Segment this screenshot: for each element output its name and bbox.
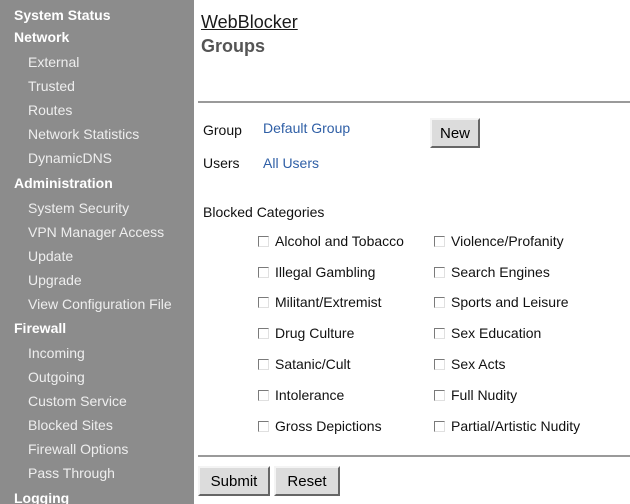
checkbox-label: Gross Depictions — [275, 418, 382, 434]
nav-item-update[interactable]: Update — [28, 244, 73, 268]
group-link[interactable]: Default Group — [263, 120, 350, 136]
submit-button[interactable]: Submit — [198, 466, 270, 496]
new-group-button[interactable]: New — [430, 118, 480, 148]
nav-header-system-status[interactable]: System Status — [14, 3, 110, 27]
nav-item-upgrade[interactable]: Upgrade — [28, 268, 82, 292]
checkbox-partial-artistic-nudity[interactable]: Partial/Artistic Nudity — [434, 418, 580, 434]
checkbox-label: Illegal Gambling — [275, 264, 376, 280]
nav-header-network[interactable]: Network — [14, 25, 69, 49]
top-divider — [198, 101, 630, 103]
checkbox-label: Full Nudity — [451, 387, 518, 403]
checkbox-intolerance[interactable]: Intolerance — [258, 387, 344, 403]
checkbox-drug-culture[interactable]: Drug Culture — [258, 325, 354, 341]
checkbox-full-nudity[interactable]: Full Nudity — [434, 387, 517, 403]
checkbox-label: Partial/Artistic Nudity — [451, 418, 581, 434]
nav-item-incoming[interactable]: Incoming — [28, 341, 85, 365]
checkbox-box[interactable] — [434, 389, 445, 401]
nav-item-pass-through[interactable]: Pass Through — [28, 461, 115, 485]
checkbox-label: Sex Education — [451, 325, 542, 341]
checkbox-label: Sex Acts — [451, 356, 506, 372]
checkbox-box[interactable] — [258, 358, 269, 370]
checkbox-gross-depictions[interactable]: Gross Depictions — [258, 418, 382, 434]
breadcrumb-webblocker[interactable]: WebBlocker — [201, 12, 298, 33]
checkbox-search-engines[interactable]: Search Engines — [434, 264, 550, 280]
nav-item-custom-service[interactable]: Custom Service — [28, 389, 127, 413]
nav-item-vpn-manager-access[interactable]: VPN Manager Access — [28, 220, 164, 244]
nav-item-firewall-options[interactable]: Firewall Options — [28, 437, 128, 461]
checkbox-box[interactable] — [258, 327, 269, 339]
main-content: WebBlocker Groups Group Default Group Ne… — [194, 0, 630, 504]
checkbox-label: Intolerance — [275, 387, 345, 403]
checkbox-box[interactable] — [434, 235, 445, 247]
checkbox-satanic-cult[interactable]: Satanic/Cult — [258, 356, 350, 372]
nav-item-external[interactable]: External — [28, 50, 79, 74]
users-label: Users — [203, 155, 240, 171]
checkbox-label: Drug Culture — [275, 325, 355, 341]
reset-button[interactable]: Reset — [274, 466, 340, 496]
nav-item-blocked-sites[interactable]: Blocked Sites — [28, 413, 113, 437]
checkbox-box[interactable] — [258, 266, 269, 278]
checkbox-box[interactable] — [434, 420, 445, 432]
nav-header-firewall[interactable]: Firewall — [14, 316, 66, 340]
checkbox-box[interactable] — [258, 296, 269, 308]
nav-item-network-statistics[interactable]: Network Statistics — [28, 122, 139, 146]
checkbox-label: Sports and Leisure — [451, 294, 569, 310]
nav-header-administration[interactable]: Administration — [14, 171, 113, 195]
checkbox-sex-acts[interactable]: Sex Acts — [434, 356, 505, 372]
checkbox-label: Militant/Extremist — [275, 294, 382, 310]
bottom-divider — [198, 455, 630, 457]
nav-item-trusted[interactable]: Trusted — [28, 74, 75, 98]
checkbox-violence-profanity[interactable]: Violence/Profanity — [434, 233, 564, 249]
checkbox-alcohol-and-tobacco[interactable]: Alcohol and Tobacco — [258, 233, 404, 249]
checkbox-label: Violence/Profanity — [451, 233, 564, 249]
checkbox-box[interactable] — [434, 327, 445, 339]
nav-header-logging[interactable]: Logging — [14, 486, 69, 504]
checkbox-militant-extremist[interactable]: Militant/Extremist — [258, 294, 382, 310]
checkbox-label: Satanic/Cult — [275, 356, 351, 372]
checkbox-box[interactable] — [434, 358, 445, 370]
group-label: Group — [203, 122, 242, 138]
page-title: Groups — [201, 36, 266, 56]
checkbox-box[interactable] — [258, 420, 269, 432]
sidebar-nav: System Status Network External Trusted R… — [0, 0, 194, 504]
nav-item-dynamicdns[interactable]: DynamicDNS — [28, 146, 112, 170]
checkbox-illegal-gambling[interactable]: Illegal Gambling — [258, 264, 375, 280]
checkbox-label: Search Engines — [451, 264, 550, 280]
nav-item-routes[interactable]: Routes — [28, 98, 72, 122]
nav-item-outgoing[interactable]: Outgoing — [28, 365, 85, 389]
nav-item-system-security[interactable]: System Security — [28, 196, 129, 220]
nav-item-view-configuration-file[interactable]: View Configuration File — [28, 292, 172, 316]
checkbox-box[interactable] — [258, 389, 269, 401]
blocked-categories-label: Blocked Categories — [203, 204, 325, 220]
users-link[interactable]: All Users — [263, 155, 319, 171]
checkbox-label: Alcohol and Tobacco — [275, 233, 404, 249]
checkbox-box[interactable] — [258, 235, 269, 247]
checkbox-box[interactable] — [434, 266, 445, 278]
checkbox-sports-and-leisure[interactable]: Sports and Leisure — [434, 294, 569, 310]
checkbox-box[interactable] — [434, 296, 445, 308]
checkbox-sex-education[interactable]: Sex Education — [434, 325, 541, 341]
